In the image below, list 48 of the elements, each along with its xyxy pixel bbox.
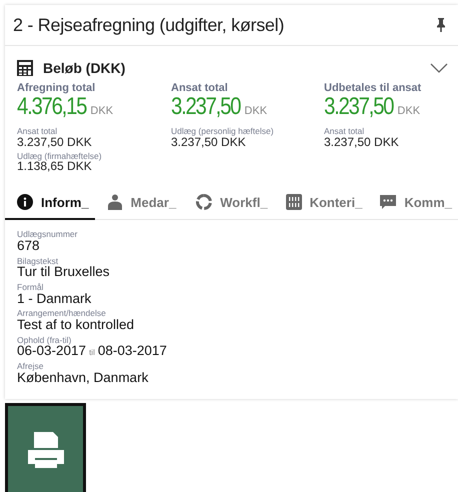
print-button[interactable] bbox=[5, 403, 86, 492]
range-separator: til bbox=[89, 348, 95, 358]
person-icon bbox=[106, 194, 123, 210]
field-value: 1 - Danmark bbox=[17, 292, 92, 306]
currency-label: DKK bbox=[397, 105, 420, 117]
detail-value: 1.138,65 DKK bbox=[17, 160, 92, 174]
pin-icon[interactable] bbox=[436, 18, 446, 32]
detail-label: Ansat total bbox=[17, 127, 58, 136]
amount-value: 3.237,50 bbox=[324, 93, 394, 121]
field-label: Udlægsnummer bbox=[17, 230, 78, 239]
comment-icon bbox=[380, 194, 396, 210]
tab[interactable]: Inform_ bbox=[5, 194, 95, 220]
field-label: Afrejse bbox=[17, 362, 44, 371]
currency-label: DKK bbox=[90, 105, 114, 117]
field-value: Test af to kontrolled bbox=[17, 318, 136, 333]
tab[interactable]: Medar_ bbox=[94, 194, 184, 220]
field-value: København, Danmark bbox=[17, 370, 150, 386]
binary-icon bbox=[286, 194, 302, 210]
amount-label: Udbetales til ansat bbox=[324, 82, 422, 94]
field-value: 678 bbox=[17, 238, 40, 254]
detail-value: 3.237,50 DKK bbox=[324, 136, 400, 149]
printer-icon bbox=[26, 429, 66, 469]
chevron-icon[interactable] bbox=[430, 63, 448, 73]
tab[interactable]: Workfl_ bbox=[184, 194, 274, 220]
field-label: Ophold (fra-til) bbox=[17, 336, 72, 344]
tab[interactable]: Komm_ bbox=[368, 194, 458, 220]
field-value: 08-03-2017 bbox=[98, 344, 167, 360]
detail-value: 3.237,50 DKK bbox=[171, 136, 246, 149]
calculator-icon bbox=[17, 60, 33, 76]
amount-label: Afregning total bbox=[17, 82, 96, 94]
detail-value: 3.237,50 DKK bbox=[17, 136, 93, 149]
section-title: Beløb (DKK) bbox=[43, 60, 126, 76]
tab[interactable]: Konteri_ bbox=[274, 194, 368, 220]
card-title: 2 - Rejseafregning (udgifter, kørsel) bbox=[13, 14, 284, 36]
field-value: Tur til Bruxelles bbox=[17, 265, 111, 280]
detail-label: Ansat total bbox=[324, 127, 366, 136]
field-label: Arrangement/hændelse bbox=[17, 309, 107, 318]
field-value: 06-03-2017 bbox=[17, 344, 86, 360]
field-label: Formål bbox=[17, 283, 44, 292]
detail-label: Udlæg (personlig hæftelse) bbox=[171, 127, 275, 136]
currency-label: DKK bbox=[244, 105, 268, 117]
amount-value: 3.237,50 bbox=[171, 93, 240, 121]
cycle-icon bbox=[196, 194, 212, 210]
field-label: Bilagstekst bbox=[17, 256, 60, 266]
amount-label: Ansat total bbox=[171, 82, 229, 94]
amount-value: 4.376,15 bbox=[17, 93, 86, 121]
info-icon bbox=[17, 194, 33, 210]
detail-label: Udlæg (firmahæftelse) bbox=[17, 152, 103, 160]
